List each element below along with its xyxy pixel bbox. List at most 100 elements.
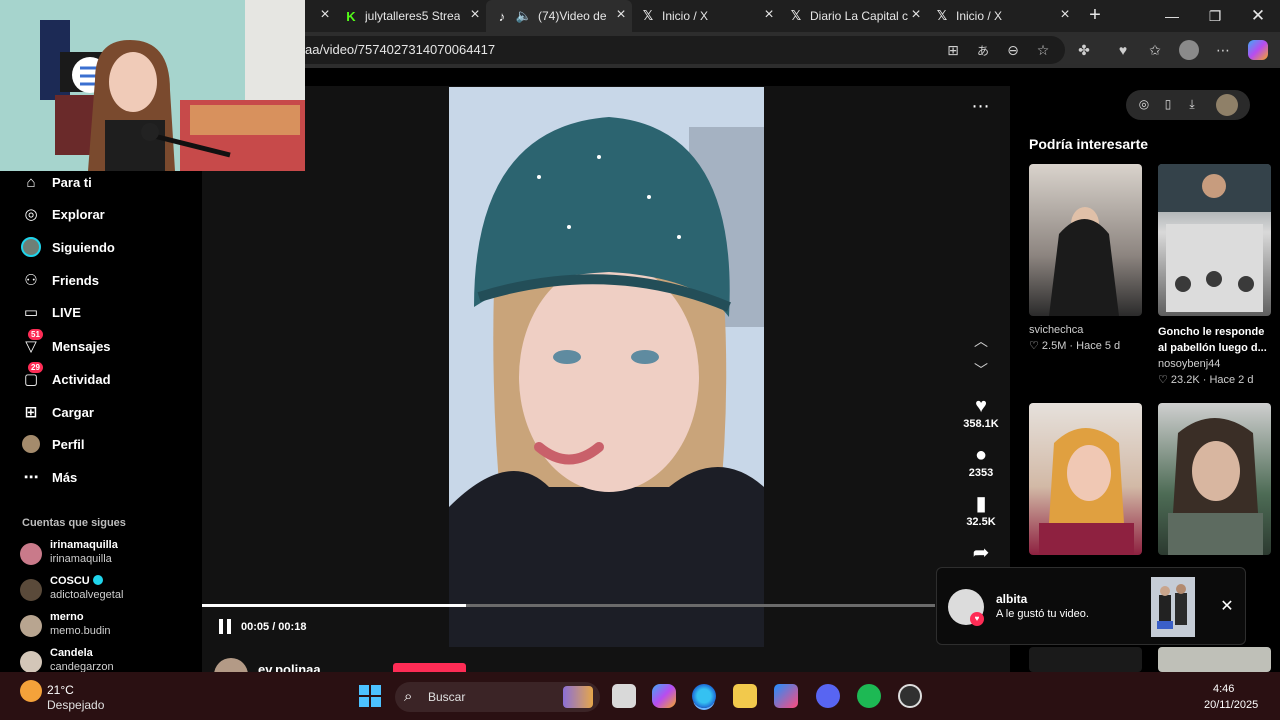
nav-label: Para ti [52,174,92,190]
sidebar-item-actividad[interactable]: ▢ 29 Actividad [0,362,202,392]
settings-more-icon[interactable]: ⋯ [1213,40,1233,60]
save-count: 32.5K [966,516,996,528]
download-icon[interactable]: ⤓ [1184,97,1200,113]
weather-description[interactable]: Despejado [47,698,104,712]
progress-bar[interactable] [202,604,935,607]
app-available-icon[interactable]: ⊞ [943,40,963,60]
sidebar-item-live[interactable]: ▭ LIVE [0,299,202,325]
recommended-video-thumbnail[interactable] [1158,164,1271,316]
speaker-icon[interactable]: 🔈 [516,8,532,24]
account-name: Candela [50,647,93,659]
edge-browser-icon[interactable] [692,684,716,708]
search-highlight-icon [563,686,593,708]
x-icon: 𝕏 [790,8,802,23]
clock-time[interactable]: 4:46 [1213,683,1234,695]
weather-sun-icon[interactable] [20,680,42,702]
file-explorer-icon[interactable] [733,684,757,708]
sidebar-item-explorar[interactable]: ◎ Explorar [0,201,202,227]
save-button[interactable]: ▮ 32.5K [956,492,1006,528]
like-button[interactable]: ♥ 358.1K [956,394,1006,430]
tab-close-icon[interactable]: × [908,7,924,23]
windows-start-icon[interactable] [359,685,381,707]
more-icon: ⋯ [23,469,39,486]
obs-icon[interactable] [898,684,922,708]
discord-icon[interactable] [816,684,840,708]
avatar [20,543,42,565]
nav-label: Cargar [52,404,94,420]
avatar[interactable] [1216,94,1238,116]
share-button[interactable]: ➦ [956,541,1006,565]
recommended-video-thumbnail[interactable] [1029,164,1142,316]
tab-x-inicio-2[interactable]: 𝕏 Inicio / X [934,0,1064,32]
video-player[interactable] [449,87,764,647]
sidebar-item-siguiendo[interactable]: Siguiendo [0,234,202,260]
tab-close-icon[interactable]: × [317,7,333,23]
recommended-video-thumbnail[interactable] [1029,647,1142,672]
translate-icon[interactable]: あ [973,40,993,60]
zoom-icon[interactable]: ⊖ [1003,40,1023,60]
followed-account[interactable]: merno memo.budin [20,611,200,641]
heart-outline-icon: ♡ [1029,340,1042,352]
sidebar-item-mas[interactable]: ⋯ Más [0,464,202,490]
clock-date[interactable]: 20/11/2025 [1204,699,1258,711]
taskbar [0,672,1280,720]
copilot-icon[interactable] [652,684,676,708]
task-view-icon[interactable] [612,684,636,708]
thumbnail-art [1151,577,1195,637]
notification-toast[interactable]: ♥ albita A le gustó tu video. ✕ [936,567,1246,645]
taskbar-search[interactable]: ⌕ Buscar [395,682,600,712]
thumbnail-art [1158,164,1271,312]
recommended-video-thumbnail[interactable] [1158,403,1271,555]
profile-avatar-icon[interactable] [1179,40,1199,60]
previous-video-icon[interactable]: ︿ [968,331,994,351]
recommended-stats: ♡ 2.5M · Hace 5 d [1029,339,1120,352]
minimize-icon[interactable]: — [1150,0,1194,32]
explore-icon[interactable]: ◎ [1136,97,1152,113]
tab-close-icon[interactable]: × [761,7,777,23]
copilot-icon[interactable] [1248,40,1268,60]
favorite-star-icon[interactable]: ☆ [1033,40,1053,60]
weather-temperature[interactable]: 21°C [47,683,74,697]
microsoft-store-icon[interactable] [774,684,798,708]
tab-tiktok[interactable]: ♪ 🔈 (74)Video de [486,0,632,32]
sidebar-item-cargar[interactable]: ⊞ Cargar [0,399,202,425]
followed-account[interactable]: COSCU adictoalvegetal [20,575,200,605]
sidebar-item-perfil[interactable]: Perfil [0,431,202,457]
tab-diario[interactable]: 𝕏 Diario La Capital c [788,0,908,32]
recommended-author[interactable]: svichechca [1029,324,1083,336]
heart-icon: ♥ [975,395,987,417]
maximize-icon[interactable]: ❐ [1193,0,1237,32]
heart-outline-icon: ♡ [1158,374,1171,386]
search-placeholder: Buscar [428,690,466,704]
friends-icon: ⚇ [24,272,38,289]
tab-label: Inicio / X [662,9,709,23]
tab-x-inicio[interactable]: 𝕏 Inicio / X [640,0,780,32]
recommended-video-thumbnail[interactable] [1158,647,1271,672]
followed-account[interactable]: irinamaquilla irinamaquilla [20,539,200,569]
next-video-icon[interactable]: ﹀ [968,360,994,380]
sidebar-item-friends[interactable]: ⚇ Friends [0,267,202,293]
tab-close-icon[interactable]: × [467,7,483,23]
follow-button[interactable] [393,663,466,672]
close-icon[interactable]: ✕ [1217,596,1237,616]
extensions-icon[interactable]: ✤ [1074,40,1094,60]
thumbnail-art [1049,207,1119,316]
tab-close-icon[interactable]: × [1057,7,1073,23]
new-tab-button[interactable]: + [1087,5,1103,25]
spotify-icon[interactable] [857,684,881,708]
pause-button[interactable] [218,619,232,635]
comment-button[interactable]: ● 2353 [956,443,1006,479]
more-options-icon[interactable]: ⋯ [970,96,992,116]
favorites-icon[interactable]: ✩ [1145,40,1165,60]
sidebar-item-para-ti[interactable]: ⌂ Para ti [0,169,202,195]
recommended-caption[interactable]: Goncho le responde al pabellón luego d..… [1158,324,1270,356]
account-name-row: COSCU [50,575,103,587]
close-window-icon[interactable]: ✕ [1236,0,1280,32]
sidebar-item-mensajes[interactable]: ▽ 51 Mensajes [0,329,202,359]
performance-icon[interactable]: ♥ [1113,40,1133,60]
recommended-video-thumbnail[interactable] [1029,403,1142,555]
recommended-author[interactable]: nosoybenj44 [1158,358,1220,370]
phone-icon[interactable]: ▯ [1160,97,1176,113]
tab-close-icon[interactable]: × [613,7,629,23]
comment-count: 2353 [968,467,994,479]
